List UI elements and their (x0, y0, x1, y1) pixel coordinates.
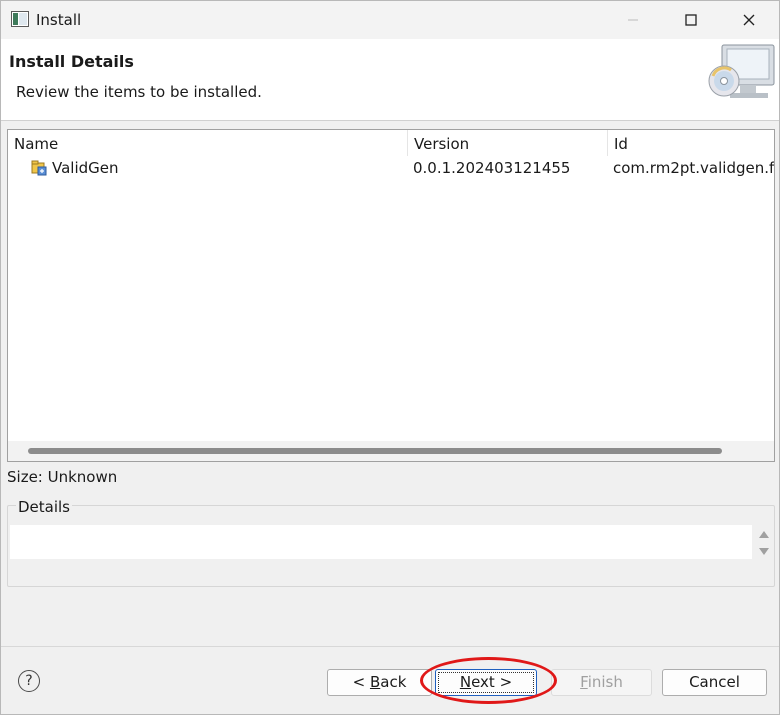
title-bar[interactable]: Install (1, 1, 779, 39)
minimize-button[interactable] (610, 1, 656, 39)
cell-name: ValidGen (52, 159, 119, 177)
close-icon (743, 14, 755, 26)
next-button[interactable]: Next > (435, 669, 537, 696)
size-label: Size: Unknown (7, 468, 118, 486)
maximize-button[interactable] (668, 1, 714, 39)
cancel-button[interactable]: Cancel (662, 669, 767, 696)
horizontal-scrollbar[interactable] (8, 441, 774, 461)
horizontal-scrollbar-thumb[interactable] (28, 448, 722, 454)
page-subtitle: Review the items to be installed. (16, 83, 262, 101)
details-vertical-scrollbar[interactable] (754, 525, 772, 559)
page-title: Install Details (9, 52, 134, 71)
column-header-name[interactable]: Name (8, 130, 408, 156)
details-text-area[interactable] (10, 525, 752, 559)
details-label: Details (16, 498, 73, 516)
header-banner: Install Details Review the items to be i… (1, 39, 779, 121)
scroll-down-arrow-icon[interactable] (759, 548, 769, 555)
install-dialog: Install Install Details Review the items… (0, 0, 780, 715)
back-button-label: ack (380, 673, 407, 691)
maximize-icon (685, 14, 697, 26)
column-header-version[interactable]: Version (408, 130, 608, 156)
minimize-icon (628, 19, 638, 21)
install-items-table[interactable]: Name Version Id ValidGen 0.0.1.202403121… (7, 129, 775, 462)
table-row[interactable]: ValidGen 0.0.1.202403121455 com.rm2pt.va… (8, 156, 774, 180)
back-button[interactable]: < Back (327, 669, 432, 696)
column-header-id[interactable]: Id (608, 130, 774, 156)
help-button[interactable]: ? (18, 670, 40, 692)
finish-button[interactable]: Finish (551, 669, 652, 696)
finish-button-mnemonic: F (580, 673, 588, 691)
finish-button-label: inish (587, 673, 623, 691)
next-button-label: ext > (471, 673, 513, 691)
back-button-prefix: < (352, 673, 370, 691)
footer-separator (1, 646, 779, 647)
next-button-mnemonic: N (459, 673, 472, 691)
close-button[interactable] (726, 1, 772, 39)
cell-version: 0.0.1.202403121455 (413, 159, 571, 177)
app-window-icon (11, 11, 29, 27)
feature-icon (31, 160, 47, 176)
help-question-icon: ? (25, 673, 33, 689)
install-computer-cd-icon (708, 44, 775, 98)
scroll-up-arrow-icon[interactable] (759, 531, 769, 538)
back-button-mnemonic: B (369, 673, 381, 691)
window-title: Install (36, 11, 82, 29)
details-group: Details (7, 498, 775, 587)
cell-id: com.rm2pt.validgen.fe (613, 159, 775, 177)
